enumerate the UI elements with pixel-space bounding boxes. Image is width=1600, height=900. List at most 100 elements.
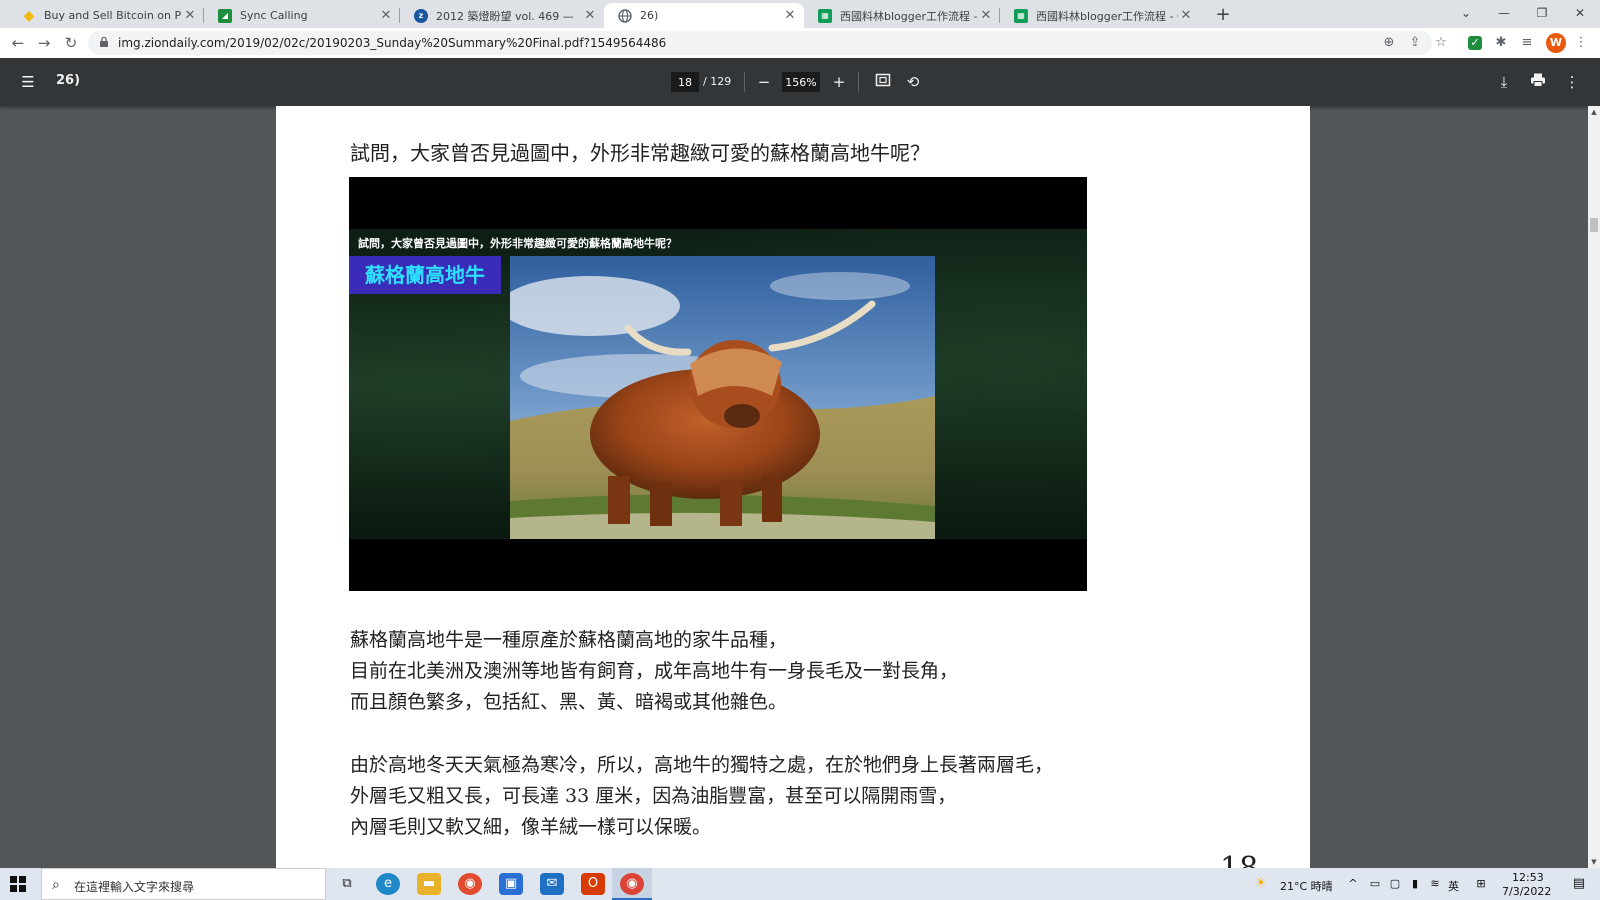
pdf-title: 26) (56, 73, 81, 88)
edge-browser-icon[interactable]: e (376, 873, 400, 895)
office-icon[interactable]: O (581, 873, 605, 895)
chrome-icon[interactable]: ◉ (620, 873, 644, 895)
windows-start-icon[interactable] (10, 876, 26, 892)
close-tab-icon[interactable]: ✕ (782, 8, 798, 24)
tab-title: 2012 築燈盼望 vol. 469 — 「重 (436, 9, 582, 23)
google-sheets-icon: ▦ (1014, 8, 1028, 23)
zoom-icon[interactable]: ⊕ (1380, 34, 1398, 52)
close-window-icon[interactable]: ✕ (1562, 0, 1598, 28)
clock-time[interactable]: 12:53 (1512, 871, 1544, 884)
figure-caption: 試問，大家曾否見過圖中，外形非常趣緻可愛的蘇格蘭高地牛呢？ (358, 237, 677, 250)
pdf-page: 試問，大家曾否見過圖中，外形非常趣緻可愛的蘇格蘭高地牛呢？ 試問，大家曾否見過圖… (276, 106, 1310, 868)
close-tab-icon[interactable]: ✕ (182, 8, 198, 24)
address-bar[interactable]: img.ziondaily.com/2019/02/02c/20190203_S… (88, 31, 1432, 55)
page-number: 18 (1220, 851, 1258, 868)
wifi-icon[interactable]: ≋ (1428, 877, 1442, 891)
weather-icon[interactable]: ☀ (1254, 877, 1268, 891)
binance-icon: ◆ (23, 7, 35, 24)
browser-toolbar: ← → ↻ img.ziondaily.com/2019/02/02c/2019… (0, 28, 1600, 58)
close-tab-icon[interactable]: ✕ (1178, 8, 1194, 24)
zoom-out-icon[interactable]: − (754, 72, 774, 92)
sidebar-menu-icon[interactable]: ☰ (18, 72, 38, 92)
task-view-icon[interactable]: ⧉ (335, 873, 359, 895)
ime-indicator[interactable]: 英 (1448, 878, 1459, 894)
tab-title: 西國料林blogger工作流程 - Goo (840, 9, 978, 23)
tab-binance-p2p[interactable]: ◆ Buy and Sell Bitcoin on P2P | Lo ✕ (8, 3, 204, 28)
taskbar-search-box[interactable]: ⌕ 在這裡輸入文字來搜尋 (41, 868, 326, 900)
tab-sync-calling[interactable]: ◢ Sync Calling ✕ (204, 3, 400, 28)
paragraph-1-line-3: 而且顏色繁多，包括紅、黑、黃、暗褐或其他雜色。 (350, 691, 788, 713)
scroll-down-icon[interactable]: ▼ (1588, 856, 1600, 868)
lock-icon[interactable] (100, 37, 108, 47)
clock-date[interactable]: 7/3/2022 (1502, 885, 1551, 898)
sync-calling-icon: ◢ (218, 8, 232, 23)
tab-title: Sync Calling (240, 9, 308, 22)
tray-chevron-icon[interactable]: ^ (1346, 877, 1360, 891)
tab-google-sheets-2[interactable]: ▦ 西國料林blogger工作流程 - Goo ✕ (1000, 3, 1200, 28)
paragraph-2-line-1: 由於高地冬天天氣極為寒冷，所以，高地牛的獨特之處，在於牠們身上長著兩層毛， (350, 754, 1054, 776)
extension-check-icon[interactable]: ✓ (1468, 36, 1482, 50)
tab-strip: ◆ Buy and Sell Bitcoin on P2P | Lo ✕ ◢ S… (0, 0, 1600, 28)
media-queue-icon[interactable]: ≡ (1518, 34, 1536, 52)
more-options-icon[interactable]: ⋮ (1562, 72, 1582, 92)
notification-icon[interactable]: ▤ (1572, 877, 1586, 891)
scroll-up-icon[interactable]: ▲ (1588, 106, 1600, 118)
close-tab-icon[interactable]: ✕ (978, 8, 994, 24)
tray-device-icon[interactable]: ▭ (1368, 877, 1382, 891)
back-icon[interactable]: ← (8, 33, 28, 53)
weather-text[interactable]: 21°C 時晴 (1280, 878, 1333, 894)
mail-icon[interactable]: ✉ (540, 873, 564, 895)
paragraph-1-line-2: 目前在北美洲及澳洲等地皆有飼育，成年高地牛有一身長毛及一對長角， (350, 660, 959, 682)
page-total: / 129 (703, 75, 732, 88)
fit-page-icon[interactable] (873, 72, 893, 92)
toolbar-divider (744, 72, 745, 92)
close-tab-icon[interactable]: ✕ (582, 8, 598, 24)
paragraph-2-line-2: 外層毛又粗又長，可長達 33 厘米，因為油脂豐富，甚至可以隔開雨雪， (350, 785, 957, 807)
extensions-puzzle-icon[interactable]: ✱ (1492, 34, 1510, 52)
tab-pdf-active[interactable]: 26) ✕ (604, 3, 804, 28)
url-text[interactable]: img.ziondaily.com/2019/02/02c/20190203_S… (118, 36, 666, 50)
restore-icon[interactable]: ❐ (1524, 0, 1560, 28)
highland-cow-figure: 試問，大家曾否見過圖中，外形非常趣緻可愛的蘇格蘭高地牛呢？ 蘇格蘭高地牛 (349, 177, 1087, 591)
search-placeholder: 在這裡輸入文字來搜尋 (74, 880, 195, 894)
ime-keyboard-icon[interactable]: ⊞ (1474, 877, 1488, 891)
tab-google-sheets-1[interactable]: ▦ 西國料林blogger工作流程 - Goo ✕ (804, 3, 1000, 28)
tray-meeting-icon[interactable]: ▢ (1388, 877, 1402, 891)
search-icon: ⌕ (52, 877, 60, 893)
toolbar-divider (858, 72, 859, 92)
chrome-alt-icon[interactable]: ◉ (458, 873, 482, 895)
tab-title: 26) (640, 9, 659, 22)
tab-search-icon[interactable]: ⌄ (1448, 0, 1484, 28)
pdf-viewport[interactable]: 試問，大家曾否見過圖中，外形非常趣緻可愛的蘇格蘭高地牛呢？ 試問，大家曾否見過圖… (0, 106, 1588, 868)
vertical-scrollbar[interactable]: ▲ ▼ (1588, 106, 1600, 868)
download-icon[interactable]: ⤓ (1494, 72, 1514, 92)
highland-cow-photo (510, 256, 935, 539)
new-tab-button[interactable]: + (1212, 4, 1234, 26)
browser-menu-icon[interactable]: ⋮ (1572, 34, 1590, 52)
tab-title: Buy and Sell Bitcoin on P2P | Lo (44, 9, 182, 22)
page-number-input[interactable] (671, 72, 699, 92)
print-icon[interactable] (1528, 72, 1548, 92)
document-heading: 試問，大家曾否見過圖中，外形非常趣緻可愛的蘇格蘭高地牛呢？ (350, 141, 930, 165)
microsoft-store-icon[interactable]: ▣ (499, 873, 523, 895)
figure-label: 蘇格蘭高地牛 (349, 256, 501, 294)
minimize-icon[interactable]: — (1486, 0, 1522, 28)
file-explorer-icon[interactable]: ▬ (417, 873, 441, 895)
bookmark-star-icon[interactable]: ☆ (1432, 34, 1450, 52)
scrollbar-thumb[interactable] (1590, 218, 1598, 232)
zoom-level-input[interactable] (782, 72, 820, 92)
close-tab-icon[interactable]: ✕ (378, 8, 394, 24)
battery-icon[interactable]: ▮ (1408, 877, 1422, 891)
profile-avatar[interactable]: W (1546, 33, 1566, 53)
google-sheets-icon: ▦ (818, 8, 832, 23)
rotate-icon[interactable]: ⟲ (903, 72, 923, 92)
share-icon[interactable]: ⇪ (1406, 34, 1424, 52)
tab-title: 西國料林blogger工作流程 - Goo (1036, 9, 1178, 23)
zion-daily-icon: z (414, 8, 428, 23)
tab-zion-daily[interactable]: z 2012 築燈盼望 vol. 469 — 「重 ✕ (400, 3, 604, 28)
pdf-toolbar: ☰ 26) / 129 − + ⟲ ⤓ ⋮ (0, 58, 1600, 106)
reload-icon[interactable]: ↻ (61, 33, 81, 53)
windows-taskbar: ⌕ 在這裡輸入文字來搜尋 ⧉ e ▬ ◉ ▣ ✉ O ◉ ☀ 21°C 時晴 ^… (0, 868, 1600, 900)
zoom-in-icon[interactable]: + (829, 72, 849, 92)
forward-icon[interactable]: → (34, 33, 54, 53)
